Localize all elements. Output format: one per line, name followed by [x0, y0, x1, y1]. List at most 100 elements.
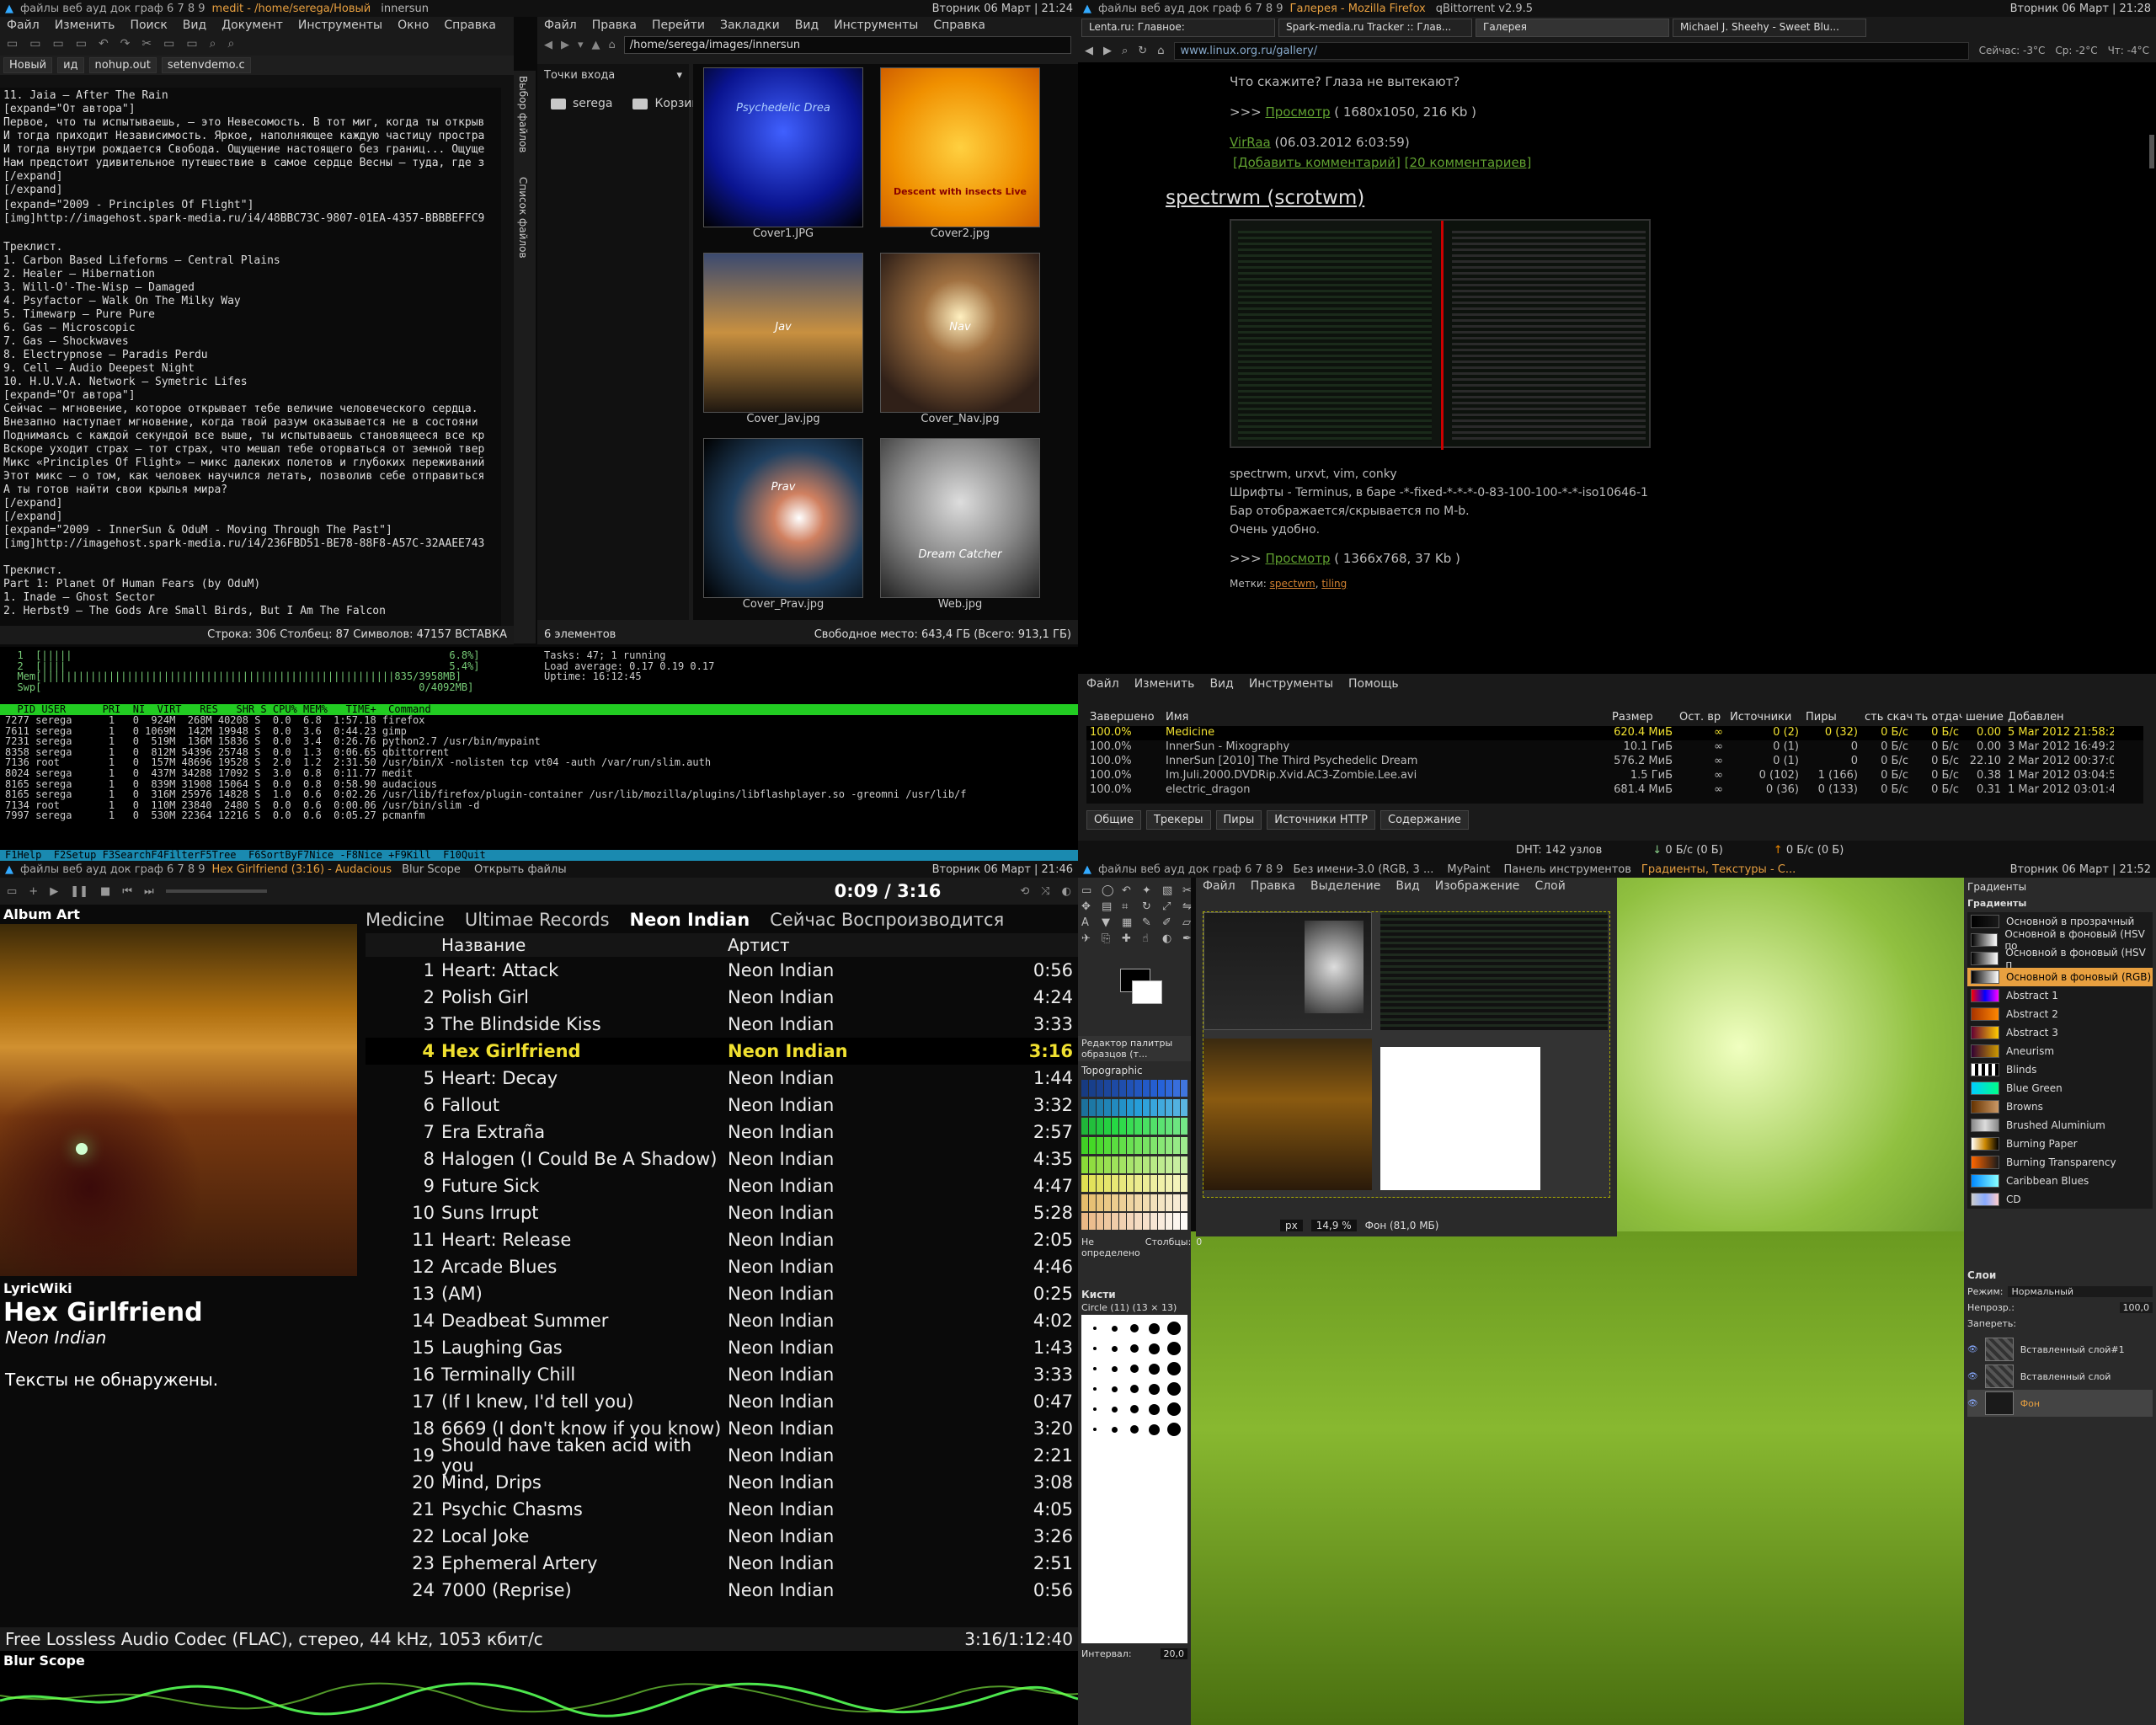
palette-swatch[interactable]: [1172, 1175, 1180, 1193]
menu-item[interactable]: Справка: [933, 19, 985, 32]
brush-icon[interactable]: ✐: [1162, 916, 1179, 929]
palette-swatch[interactable]: [1165, 1098, 1172, 1116]
color-select-icon[interactable]: ▧: [1162, 884, 1179, 897]
up-icon[interactable]: ▲: [592, 39, 600, 51]
palette-swatch[interactable]: [1081, 1098, 1089, 1116]
brush-preview[interactable]: [1107, 1320, 1123, 1337]
smudge-icon[interactable]: ☝: [1142, 932, 1159, 945]
track-row[interactable]: 22 Local Joke Neon Indian 3:26: [366, 1523, 1078, 1550]
brush-preview[interactable]: [1126, 1381, 1143, 1397]
palette-swatch[interactable]: [1081, 1136, 1089, 1154]
track-row[interactable]: 15 Laughing Gas Neon Indian 1:43: [366, 1334, 1078, 1361]
column-header[interactable]: Добавлен: [2004, 711, 2114, 726]
taskbar-window-audacious[interactable]: Hex Girlfriend (3:16) - Audacious: [212, 863, 392, 876]
palette-swatch[interactable]: [1165, 1080, 1172, 1097]
view-link-2[interactable]: Просмотр: [1265, 551, 1330, 566]
file-cover-nav[interactable]: Nav Cover_Nav.jpg: [880, 253, 1040, 425]
torrent-row[interactable]: 100.0% InnerSun [2010] The Third Psychede…: [1086, 755, 2143, 769]
palette-swatch[interactable]: [1112, 1213, 1119, 1231]
lasso-icon[interactable]: ↶: [1122, 884, 1139, 897]
unit-select[interactable]: px: [1280, 1220, 1303, 1231]
palette-swatch[interactable]: [1097, 1098, 1104, 1116]
shuffle-icon[interactable]: ⤨: [1041, 885, 1049, 898]
home-icon[interactable]: ⌂: [609, 39, 616, 51]
palette-swatch[interactable]: [1180, 1118, 1187, 1135]
zoom-icon[interactable]: ⌕: [1122, 45, 1128, 57]
menu-item[interactable]: Закладки: [720, 19, 780, 32]
crop-icon[interactable]: ⌗: [1122, 900, 1139, 913]
column-title[interactable]: Название: [441, 935, 728, 955]
file-web[interactable]: Dream Catcher Web.jpg: [880, 438, 1040, 611]
brush-preview[interactable]: [1146, 1320, 1163, 1337]
palette-swatch[interactable]: [1081, 1194, 1089, 1211]
pause-icon[interactable]: ❚❚: [70, 885, 88, 898]
palette-swatch[interactable]: [1134, 1213, 1142, 1231]
palette-swatch[interactable]: [1089, 1213, 1097, 1231]
palette-swatch[interactable]: [1089, 1080, 1097, 1097]
taskbar-window-innersun[interactable]: innersun: [377, 3, 432, 15]
brush-preview[interactable]: [1126, 1401, 1143, 1418]
track-row[interactable]: 13 (AM) Neon Indian 0:25: [366, 1280, 1078, 1307]
palette-swatch[interactable]: [1119, 1118, 1127, 1135]
text-icon[interactable]: A: [1081, 916, 1098, 929]
prev-icon[interactable]: ⏮: [122, 885, 132, 898]
menu-item[interactable]: Документ: [221, 19, 283, 32]
track-row[interactable]: 2 Polish Girl Neon Indian 4:24: [366, 984, 1078, 1011]
palette-swatch[interactable]: [1097, 1175, 1104, 1193]
taskbar-window-open-files[interactable]: Открыть файлы: [471, 863, 570, 876]
palette-swatch[interactable]: [1172, 1098, 1180, 1116]
menu-icon[interactable]: ▲: [5, 863, 13, 876]
gradient-item[interactable]: Abstract 1: [1967, 986, 2153, 1005]
palette-swatch[interactable]: [1127, 1156, 1134, 1173]
palette-swatch[interactable]: [1134, 1156, 1142, 1173]
palette-swatch[interactable]: [1089, 1118, 1097, 1135]
workspace-switcher[interactable]: файлы веб ауд док граф 6 7 8 9: [20, 3, 205, 15]
palette-swatch[interactable]: [1081, 1213, 1089, 1231]
home-icon[interactable]: ⌂: [1157, 45, 1164, 57]
palette-swatch[interactable]: [1157, 1136, 1165, 1154]
taskbar-window-mypaint[interactable]: MyPaint: [1444, 863, 1493, 876]
palette-swatch[interactable]: [1165, 1118, 1172, 1135]
playlist-tab[interactable]: Сейчас Воспроизводится: [770, 910, 1004, 930]
brush-preview[interactable]: [1107, 1401, 1123, 1418]
palette-swatch[interactable]: [1127, 1194, 1134, 1211]
gimp-canvas[interactable]: [1203, 911, 1610, 1198]
brush-preview[interactable]: [1107, 1421, 1123, 1438]
new-file-icon[interactable]: ▭: [7, 37, 18, 52]
menu-item[interactable]: Перейти: [652, 19, 705, 32]
palette-swatch[interactable]: [1142, 1194, 1150, 1211]
brush-preview[interactable]: [1086, 1401, 1103, 1418]
track-row[interactable]: 12 Arcade Blues Neon Indian 4:46: [366, 1253, 1078, 1280]
fg-bg-colors[interactable]: [1095, 969, 1174, 1019]
track-row[interactable]: 3 The Blindside Kiss Neon Indian 3:33: [366, 1011, 1078, 1038]
menu-item[interactable]: Выделение: [1310, 879, 1380, 893]
palette-swatch[interactable]: [1081, 1156, 1089, 1173]
add-icon[interactable]: +: [29, 885, 38, 898]
tag-link[interactable]: tiling: [1321, 578, 1347, 590]
track-row[interactable]: 14 Deadbeat Summer Neon Indian 4:02: [366, 1307, 1078, 1334]
brush-preview[interactable]: [1107, 1360, 1123, 1377]
pencil-icon[interactable]: ✎: [1142, 916, 1159, 929]
browser-tab[interactable]: Spark-media.ru Tracker :: Глав...: [1278, 19, 1472, 37]
palette-swatch[interactable]: [1134, 1175, 1142, 1193]
palette-swatch[interactable]: [1119, 1098, 1127, 1116]
gradient-item[interactable]: Основной в фоновый (HSV п: [1967, 947, 2153, 970]
brush-preview[interactable]: [1146, 1421, 1163, 1438]
layer-item[interactable]: 👁 Вставленный слой#1: [1967, 1336, 2153, 1363]
gradients-tab[interactable]: Градиенты: [1964, 878, 2156, 896]
palette-swatch[interactable]: [1180, 1194, 1187, 1211]
palette-swatch[interactable]: [1165, 1175, 1172, 1193]
brush-preview[interactable]: [1126, 1320, 1143, 1337]
menu-item[interactable]: Помощь: [1348, 677, 1399, 691]
gradient-item[interactable]: Abstract 3: [1967, 1023, 2153, 1042]
layer-item[interactable]: 👁 Фон: [1967, 1390, 2153, 1417]
brush-preview[interactable]: [1166, 1401, 1182, 1418]
brush-preview[interactable]: [1146, 1360, 1163, 1377]
playlist-tab[interactable]: Medicine: [366, 910, 445, 930]
wand-icon[interactable]: ✦: [1142, 884, 1159, 897]
palette-swatch[interactable]: [1112, 1118, 1119, 1135]
palette-swatch[interactable]: [1089, 1136, 1097, 1154]
palette-swatch[interactable]: [1112, 1098, 1119, 1116]
taskbar-window-medit[interactable]: medit - /home/serega/Новый: [212, 3, 371, 15]
palette-swatch[interactable]: [1097, 1080, 1104, 1097]
